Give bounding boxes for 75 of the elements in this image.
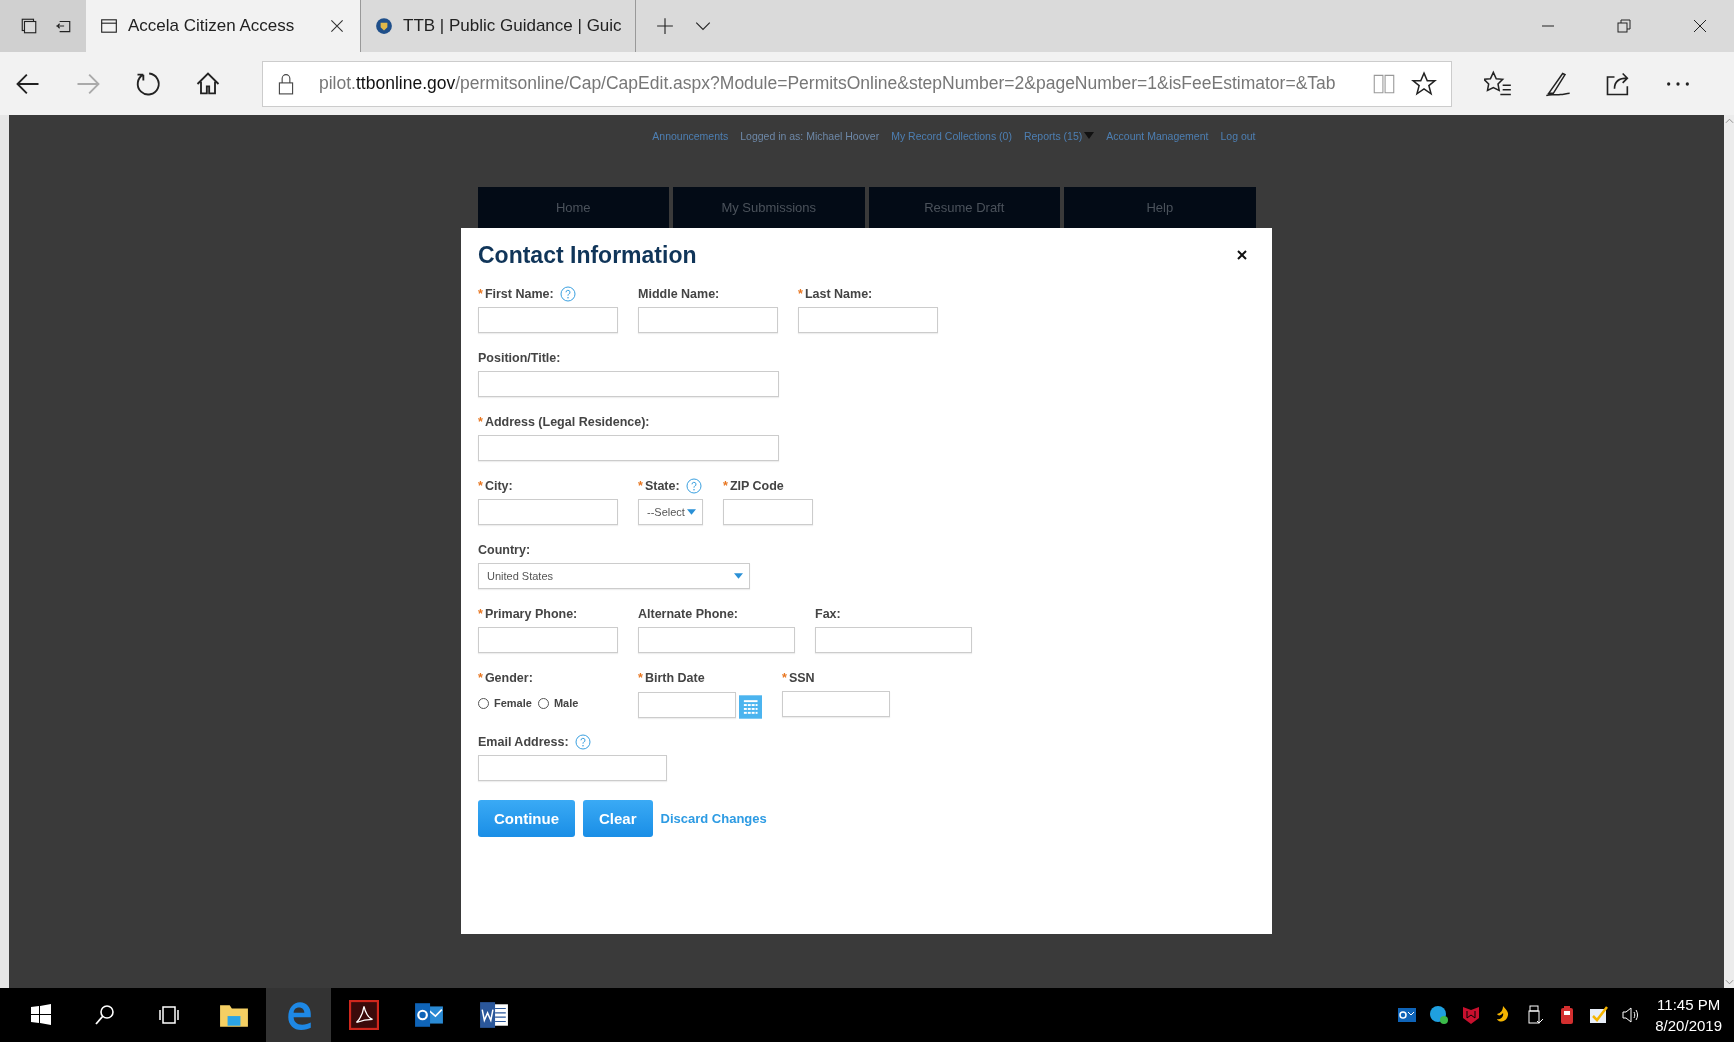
text-field[interactable] [478,499,618,525]
restore-icon[interactable] [1616,18,1632,34]
text-field[interactable] [478,371,779,397]
star-icon[interactable] [1411,70,1437,97]
dropdown[interactable]: United States [478,563,750,589]
chat-tray-icon[interactable] [1429,1005,1450,1025]
login-status: Logged in as: Michael Hoover [740,130,880,142]
caret-icon [1084,132,1095,140]
nav-tab[interactable]: Home [477,187,669,228]
favorites-list-icon[interactable] [1484,69,1512,98]
tabs-stack-icon[interactable] [20,17,38,35]
clear-button[interactable]: Clear [583,800,653,837]
header-link[interactable]: Reports (15) [1023,130,1095,142]
nav-tab[interactable]: My Submissions [673,187,865,228]
field-label: * SSN [782,671,815,685]
field-label: * Birth Date [638,671,705,685]
field-label: * Address (Legal Residence): [478,415,650,429]
mail-app-icon [413,1000,444,1030]
text-field[interactable] [798,307,938,333]
usb-tray-icon[interactable] [1525,1005,1546,1025]
field-label: Country: [478,543,531,557]
text-field[interactable] [815,627,972,653]
text-field[interactable] [478,755,667,781]
field-label: * Gender: [478,671,533,685]
task-view-icon[interactable] [157,1003,181,1027]
dropdown[interactable]: --Select [638,499,703,525]
close-icon[interactable] [328,17,346,35]
text-field[interactable] [478,627,618,653]
caret-icon [734,573,743,579]
field-label: * State: [638,479,680,493]
header-link[interactable]: My Record Collections (0) [891,130,1012,142]
text-field[interactable] [478,435,779,461]
pdf-reader-icon [348,1000,379,1030]
lock-icon [277,72,295,95]
text-field[interactable] [638,307,778,333]
discard-link[interactable]: Discard Changes [660,811,767,826]
browser-tab[interactable]: Accela Citizen Access [86,0,361,52]
nav-tab[interactable]: Resume Draft [868,187,1060,228]
shield-icon [375,17,393,35]
close-icon[interactable] [1692,18,1708,34]
nav-tab[interactable]: Help [1064,187,1256,228]
header-link[interactable]: Account Management [1106,130,1209,142]
shield-tray-icon[interactable] [1461,1005,1482,1025]
checklist-tray-icon[interactable] [1589,1005,1610,1025]
field-label: Fax: [815,607,841,621]
windows-start-icon[interactable] [29,1003,53,1027]
field-label: * Last Name: [798,287,873,301]
field-label: Position/Title: [478,351,561,365]
address-bar[interactable]: pilot.ttbonline.gov/permitsonline/Cap/CapEdit.aspx?Module=PermitsOnline&stepNumber=2&pageNumber=1&isFeeEstimator=&Tab [262,60,1452,107]
field-label: * City: [478,479,513,493]
document-app-icon [478,1000,509,1030]
header-link[interactable]: Announcements [652,130,729,142]
field-label: * ZIP Code [723,479,784,493]
mail-tray-icon[interactable] [1397,1005,1418,1025]
header-link[interactable]: Log out [1220,130,1256,142]
page-icon [100,17,118,35]
radio-option[interactable]: Female [478,697,532,709]
text-field[interactable] [478,307,618,333]
dialog-title: Contact Information [478,241,697,269]
text-field[interactable] [782,691,890,717]
field-label: Alternate Phone: [638,607,738,621]
field-label: Email Address: [478,735,569,749]
text-field[interactable] [638,627,795,653]
continue-button[interactable]: Continue [478,800,575,837]
search-icon[interactable] [93,1003,117,1027]
close-icon[interactable] [1236,249,1248,261]
radio-option[interactable]: Male [537,697,579,709]
field-label: Middle Name: [638,287,720,301]
date-field[interactable] [638,692,736,718]
new-tab-icon[interactable] [656,17,674,35]
field-label: * First Name: [478,287,554,301]
field-label: * Primary Phone: [478,607,578,621]
caret-icon [687,509,696,515]
taskbar-clock[interactable]: 11:45 PM 8/20/2019 [1647,994,1734,1036]
text-field[interactable] [723,499,813,525]
